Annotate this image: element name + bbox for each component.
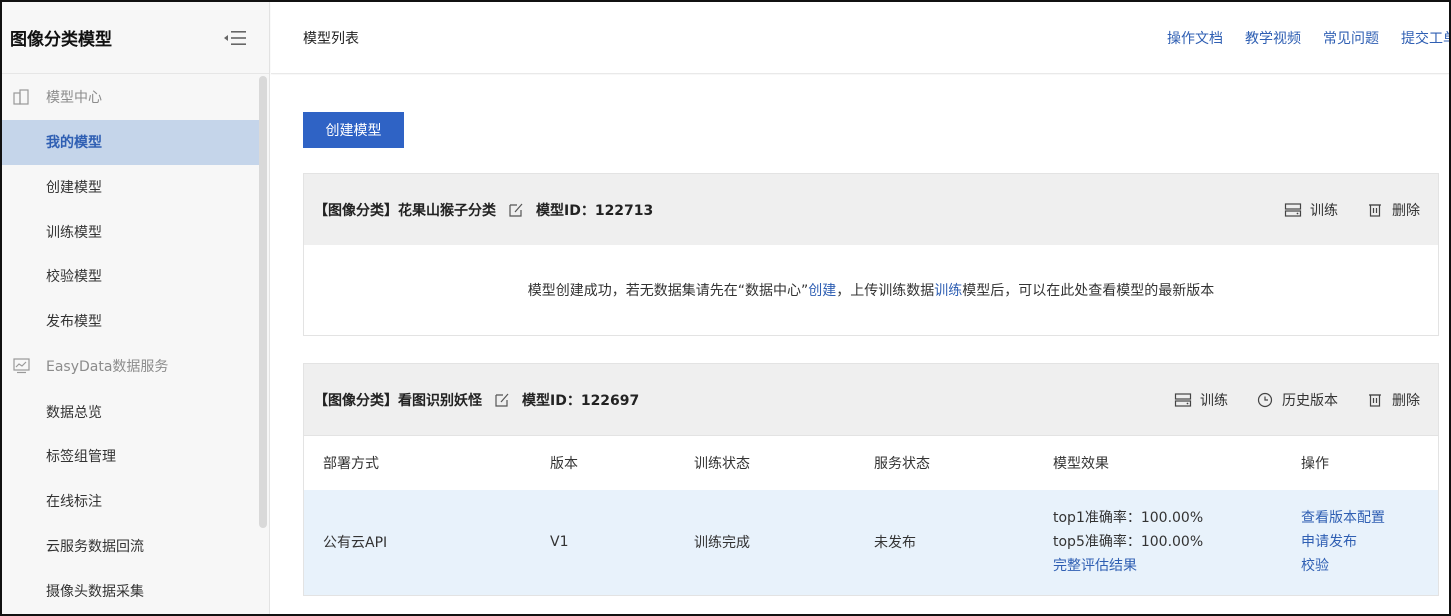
card-actions: 训练 删除: [1284, 174, 1420, 245]
delete-button[interactable]: 删除: [1366, 200, 1420, 220]
delete-label: 删除: [1392, 392, 1420, 409]
edit-icon[interactable]: [508, 202, 524, 218]
top5-accuracy: top5准确率：100.00%: [1053, 534, 1204, 550]
col-train-status: 训练状态: [694, 435, 874, 490]
model-card: 【图像分类】看图识别妖怪 模型ID：122697 训练 历史版本 删除 部署方式…: [303, 363, 1439, 596]
top1-accuracy: top1准确率：100.00%: [1053, 510, 1204, 526]
model-title: 【图像分类】花果山猴子分类: [314, 202, 496, 219]
sidebar-item-label: 训练模型: [46, 224, 102, 241]
trash-icon: [1369, 203, 1381, 217]
card-actions: 训练 历史版本 删除: [1174, 364, 1420, 435]
server-icon: [1174, 392, 1192, 407]
sidebar-item-cloud-data-return[interactable]: 云服务数据回流: [2, 524, 262, 569]
ticket-link[interactable]: 提交工单: [1401, 28, 1449, 48]
collapse-menu-icon[interactable]: [223, 29, 247, 47]
history-label: 历史版本: [1282, 392, 1338, 409]
empty-model-message: 模型创建成功，若无数据集请先在“数据中心” 创建 ，上传训练数据 训练 模型后，可以在此…: [304, 245, 1438, 335]
train-link[interactable]: 训练: [934, 280, 962, 300]
verify-link[interactable]: 校验: [1301, 554, 1438, 578]
top-bar: 模型列表 操作文档 教学视频 常见问题 提交工单: [271, 2, 1449, 74]
sidebar-item-create-model[interactable]: 创建模型: [2, 165, 262, 210]
sidebar-item-label: 摄像头数据采集: [46, 583, 144, 600]
service-status-cell: 未发布: [874, 489, 1053, 595]
message-text: 模型后，可以在此处查看模型的最新版本: [962, 283, 1215, 299]
chart-monitor-icon: [13, 358, 30, 374]
sidebar-group-label: 模型中心: [46, 90, 102, 106]
sidebar-scrollbar[interactable]: [259, 76, 267, 528]
main-content: 创建模型 【图像分类】花果山猴子分类 模型ID：122713 训练 删除 模型创…: [271, 75, 1449, 614]
model-card: 【图像分类】花果山猴子分类 模型ID：122713 训练 删除 模型创建成功，若…: [303, 173, 1439, 336]
clock-icon: [1257, 392, 1273, 407]
model-id: 模型ID：122713: [536, 202, 654, 219]
trash-icon: [1369, 393, 1381, 407]
sidebar-item-label: 发布模型: [46, 314, 102, 331]
sidebar: 图像分类模型 模型中心 我的模型 创建模型 训练模型 校验模型 发布模型 Eas…: [2, 2, 270, 614]
table-row: 公有云API V1 训练完成 未发布 top1准确率：100.00% top5准…: [304, 489, 1438, 595]
delete-label: 删除: [1392, 202, 1420, 219]
sidebar-item-label: 数据总览: [46, 404, 102, 421]
server-icon: [1284, 202, 1302, 217]
model-title: 【图像分类】看图识别妖怪: [314, 392, 482, 409]
sidebar-item-label: 创建模型: [46, 180, 102, 197]
train-button[interactable]: 训练: [1174, 390, 1228, 410]
table-header-row: 部署方式 版本 训练状态 服务状态 模型效果 操作: [304, 435, 1438, 490]
ops-cell: 查看版本配置 申请发布 校验: [1301, 489, 1438, 595]
model-card-header: 【图像分类】看图识别妖怪 模型ID：122697 训练 历史版本 删除: [304, 364, 1438, 435]
message-text: ，上传训练数据: [836, 283, 935, 299]
faq-link[interactable]: 常见问题: [1323, 28, 1379, 48]
col-version: 版本: [550, 435, 694, 490]
train-label: 训练: [1200, 392, 1228, 409]
col-ops: 操作: [1301, 435, 1438, 490]
help-links: 操作文档 教学视频 常见问题 提交工单: [1167, 2, 1449, 74]
sidebar-item-label: 云服务数据回流: [46, 538, 144, 555]
edit-icon[interactable]: [494, 392, 510, 408]
sidebar-header: 图像分类模型: [2, 2, 269, 74]
sidebar-item-my-models[interactable]: 我的模型: [2, 120, 262, 165]
sidebar-item-label: 标签组管理: [46, 449, 116, 466]
deploy-cell: 公有云API: [304, 489, 550, 595]
sidebar-group-easydata: EasyData数据服务: [2, 343, 269, 389]
sidebar-item-train-model[interactable]: 训练模型: [2, 209, 262, 254]
version-cell: V1: [550, 489, 694, 595]
app-title: 图像分类模型: [10, 30, 112, 50]
sidebar-group-model-center: 模型中心: [2, 74, 269, 120]
sidebar-item-label: 校验模型: [46, 269, 102, 286]
sidebar-item-label-groups[interactable]: 标签组管理: [2, 434, 262, 479]
model-card-header: 【图像分类】花果山猴子分类 模型ID：122713 训练 删除: [304, 174, 1438, 245]
full-evaluation-link[interactable]: 完整评估结果: [1053, 554, 1301, 578]
history-versions-button[interactable]: 历史版本: [1256, 390, 1338, 410]
col-effect: 模型效果: [1053, 435, 1301, 490]
delete-button[interactable]: 删除: [1366, 390, 1420, 410]
sidebar-item-label: 我的模型: [46, 135, 102, 152]
breadcrumb: 模型列表: [303, 30, 359, 47]
sidebar-item-label: 在线标注: [46, 494, 102, 511]
train-status-cell: 训练完成: [694, 489, 874, 595]
app-frame: 图像分类模型 模型中心 我的模型 创建模型 训练模型 校验模型 发布模型 Eas…: [0, 0, 1451, 616]
sidebar-group-label: EasyData数据服务: [46, 359, 169, 376]
model-versions-table: 部署方式 版本 训练状态 服务状态 模型效果 操作 公有云API V1 训练完成…: [304, 435, 1438, 595]
apply-publish-link[interactable]: 申请发布: [1301, 530, 1438, 554]
effect-cell: top1准确率：100.00% top5准确率：100.00% 完整评估结果: [1053, 489, 1301, 595]
create-dataset-link[interactable]: 创建: [808, 280, 836, 300]
sidebar-item-online-labeling[interactable]: 在线标注: [2, 479, 262, 524]
train-button[interactable]: 训练: [1284, 200, 1338, 220]
video-link[interactable]: 教学视频: [1245, 28, 1301, 48]
view-version-config-link[interactable]: 查看版本配置: [1301, 506, 1438, 530]
col-service-status: 服务状态: [874, 435, 1053, 490]
docs-link[interactable]: 操作文档: [1167, 28, 1223, 48]
model-id: 模型ID：122697: [522, 392, 640, 409]
sidebar-item-verify-model[interactable]: 校验模型: [2, 254, 262, 299]
sidebar-nav: 模型中心 我的模型 创建模型 训练模型 校验模型 发布模型 EasyData数据…: [2, 74, 269, 613]
sidebar-item-camera-collection[interactable]: 摄像头数据采集: [2, 568, 262, 613]
train-label: 训练: [1310, 202, 1338, 219]
sidebar-item-data-overview[interactable]: 数据总览: [2, 389, 262, 434]
col-deploy: 部署方式: [304, 435, 550, 490]
building-icon: [13, 89, 29, 105]
sidebar-item-publish-model[interactable]: 发布模型: [2, 299, 262, 344]
message-text: 模型创建成功，若无数据集请先在“数据中心”: [527, 283, 809, 299]
create-model-button[interactable]: 创建模型: [303, 112, 404, 148]
